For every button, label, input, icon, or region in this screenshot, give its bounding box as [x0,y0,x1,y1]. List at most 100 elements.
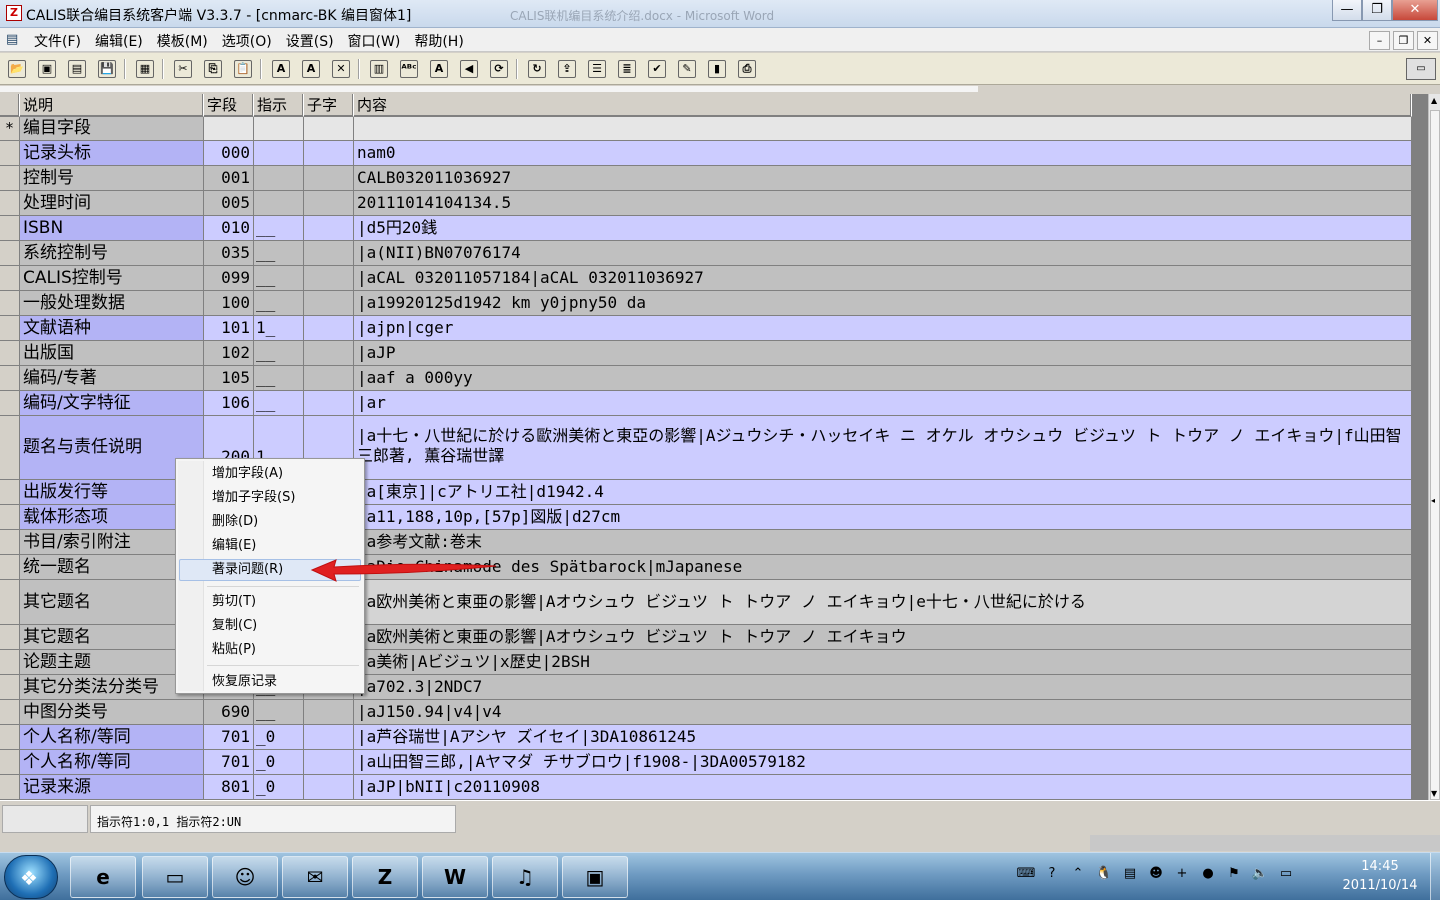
upload-icon[interactable]: ⇪ [556,58,578,80]
cell-desc[interactable]: 编码/文字特征 [20,391,204,416]
cell-content[interactable]: |a702.3|2NDC7 [354,675,1412,700]
cell-field[interactable]: 005 [204,191,254,216]
cell-desc[interactable]: 中图分类号 [20,700,204,725]
table-row[interactable]: 文献语种 101 1_ |ajpn|cger [0,316,1412,341]
open-folder-icon[interactable]: 📂 [6,58,28,80]
cell-desc[interactable]: 文献语种 [20,316,204,341]
delete-x-icon[interactable]: ✕ [330,58,352,80]
cell-indic[interactable]: _0 [254,775,304,800]
cell-field[interactable]: 035 [204,241,254,266]
cell-content[interactable] [354,117,1412,141]
cell-indic[interactable] [254,141,304,166]
network-app-icon[interactable]: ▤ [1118,863,1142,885]
cell-indic[interactable]: _0 [254,750,304,775]
paste-icon[interactable]: 📋 [232,58,254,80]
view-icon[interactable]: ▥ [368,58,390,80]
toolbar-options-icon[interactable]: ▭ [1406,58,1436,80]
refresh-icon[interactable]: ⟳ [488,58,510,80]
cell-sub[interactable] [304,191,354,216]
table-row[interactable]: 一般处理数据 100 __ |a19920125d1942 km y0jpny50 d… [0,291,1412,316]
column-header[interactable]: 指示 [254,94,304,117]
cell-desc[interactable]: 控制号 [20,166,204,191]
cell-sub[interactable] [304,291,354,316]
menu-help[interactable]: 帮助(H) [414,31,463,51]
clock[interactable]: 14:45 2011/10/14 [1330,857,1430,895]
cell-sub[interactable] [304,316,354,341]
table-row[interactable]: 中图分类号 690 __ |aJ150.94|v4|v4 [0,700,1412,725]
cell-content[interactable]: |a山田智三郎,|Aヤマダ チサブロウ|f1908-|3DA00579182 [354,750,1412,775]
table-row[interactable]: ISBN 010 __ |d5円20銭 [0,216,1412,241]
menu-restore-record[interactable]: 恢复原记录 [179,671,361,693]
cell-content[interactable]: |a十七・八世紀に於ける歐洲美術と東亞の影響|Aジュウシチ・ハッセイキ ニ オケ… [354,416,1412,480]
cell-indic[interactable] [254,166,304,191]
cell-sub[interactable] [304,141,354,166]
taskbar-calis-button[interactable]: Z [352,856,418,898]
app-icon-2[interactable]: ☻ [1144,863,1168,885]
cell-sub[interactable] [304,750,354,775]
cell-indic[interactable] [254,191,304,216]
cell-field[interactable]: 701 [204,725,254,750]
menu-settings[interactable]: 设置(S) [286,31,334,51]
font-a-icon[interactable]: A [270,58,292,80]
cell-content[interactable]: |a欧州美術と東亜の影響|Aオウシュウ ビジュツ ト トウア ノ エイキョウ [354,625,1412,650]
cell-field[interactable]: 690 [204,700,254,725]
menu-options[interactable]: 选项(O) [222,31,272,51]
reload-icon[interactable]: ↻ [526,58,548,80]
cell-desc[interactable]: 个人名称/等同 [20,725,204,750]
save-icon[interactable]: 💾 [96,58,118,80]
cell-sub[interactable] [304,391,354,416]
cell-field[interactable]: 001 [204,166,254,191]
cell-content[interactable]: nam0 [354,141,1412,166]
cell-content[interactable]: |a19920125d1942 km y0jpny50 da [354,291,1412,316]
menu-file[interactable]: 文件(F) [34,31,81,51]
table-row[interactable]: 记录头标 000 nam0 [0,141,1412,166]
cell-indic[interactable]: 1_ [254,316,304,341]
table-row[interactable]: 出版国 102 __ |aJP [0,341,1412,366]
cell-desc[interactable]: 一般处理数据 [20,291,204,316]
cell-indic[interactable]: __ [254,291,304,316]
list-icon[interactable]: ☰ [586,58,608,80]
cell-sub[interactable] [304,366,354,391]
flag-icon[interactable]: ⚑ [1222,863,1246,885]
menu-add-field[interactable]: 增加字段(A) [179,463,361,485]
cell-indic[interactable]: _0 [254,725,304,750]
table-row[interactable]: 控制号 001 CALB032011036927 [0,166,1412,191]
qq-icon[interactable]: 🐧 [1092,863,1116,885]
keyboard-icon[interactable]: ⌨ [1014,863,1038,885]
cell-desc[interactable]: 处理时间 [20,191,204,216]
edit-icon[interactable]: ✎ [676,58,698,80]
cell-sub[interactable] [304,725,354,750]
cell-indic[interactable]: __ [254,366,304,391]
scroll-thumb[interactable] [1430,110,1440,800]
cell-content[interactable]: |a欧州美術と東亜の影響|Aオウシュウ ビジュツ ト トウア ノ エイキョウ|e… [354,580,1412,625]
cell-content[interactable]: |aDie Chinamode des Spätbarock|mJapanese [354,555,1412,580]
menu-add-subfield[interactable]: 增加子字段(S) [179,487,361,509]
menu-edit[interactable]: 编辑(E) [95,31,143,51]
cell-field[interactable]: 801 [204,775,254,800]
cell-content[interactable]: |aCAL 032011057184|aCAL 032011036927 [354,266,1412,291]
taskbar-ie-button[interactable]: e [70,856,136,898]
cell-content[interactable]: |a美術|Aビジュツ|x歴史|2BSH [354,650,1412,675]
spell-abc-icon[interactable]: ᴬᴮᶜ [398,58,420,80]
cell-field[interactable] [204,117,254,141]
green-doc-icon[interactable]: ▮ [706,58,728,80]
cell-content[interactable]: |a(NII)BN07076174 [354,241,1412,266]
menu-copy[interactable]: 复制(C) [179,615,361,637]
cell-desc[interactable]: 编目字段 [20,117,204,141]
cell-indic[interactable]: __ [254,341,304,366]
cell-content[interactable]: |a[東京]|cアトリエ社|d1942.4 [354,480,1412,505]
help-icon[interactable]: ? [1040,863,1064,885]
save-server-icon[interactable]: ▦ [134,58,156,80]
restore-button[interactable]: ❐ [1362,0,1392,21]
cell-content[interactable]: CALB032011036927 [354,166,1412,191]
menu-paste[interactable]: 粘贴(P) [179,639,361,661]
cell-desc[interactable]: 编码/专著 [20,366,204,391]
cell-content[interactable]: |d5円20銭 [354,216,1412,241]
add-icon[interactable]: + [1170,863,1194,885]
cell-sub[interactable] [304,117,354,141]
column-header[interactable]: 字段 [204,94,254,117]
cell-indic[interactable]: __ [254,700,304,725]
table-row[interactable]: * 编目字段 [0,117,1412,141]
cell-indic[interactable]: __ [254,391,304,416]
cell-content[interactable]: |ajpn|cger [354,316,1412,341]
